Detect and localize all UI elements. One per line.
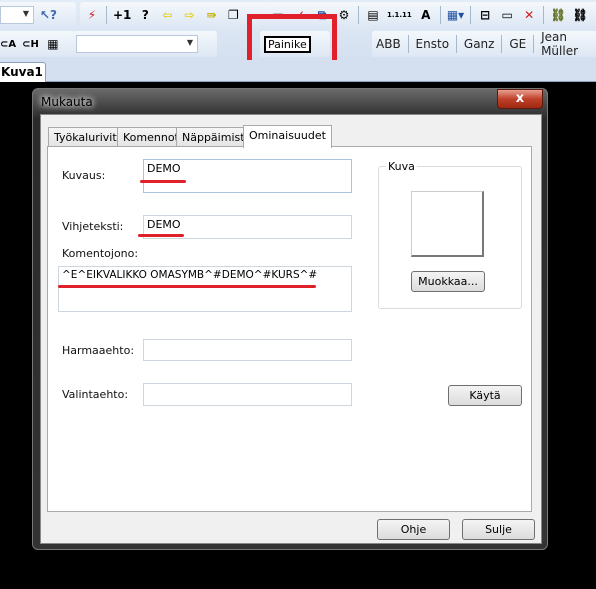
table-icon[interactable]: ▦▾ [447,8,464,22]
toolbar-combo: ▼ [72,31,217,57]
separator [358,6,359,24]
tab-komennot[interactable]: Komennot [117,127,185,147]
symbol-h-icon[interactable]: ⊂H [22,39,39,50]
vendor-ganz[interactable]: Ganz [464,37,495,51]
vendor-ensto[interactable]: Ensto [416,37,450,51]
dialog-client: Työkalurivit Komennot Näppäimistö Ominai… [40,114,542,544]
separator [106,6,107,24]
question-icon[interactable]: ? [137,8,153,22]
label-icon[interactable]: ▤ [365,8,381,22]
insert-icon[interactable]: ⊟ [477,8,493,22]
vendor-ge[interactable]: GE [509,37,526,51]
numbering-icon[interactable]: 1.1.11 [387,11,412,19]
toolbar-edit: ⚡ +1 ? ⇦ ⇨ ⇛ ❐ [80,2,270,28]
help-button[interactable]: Ohje [377,519,450,540]
harmaaehto-label: Harmaaehto: [62,344,135,357]
chevron-down-icon[interactable]: ▼ [23,9,29,18]
separator [456,35,457,53]
separator [543,6,545,24]
kuvaus-label: Kuvaus: [62,169,106,182]
document-tab-bar [0,60,596,82]
link-icon[interactable]: ⛓ [572,8,588,22]
separator [470,6,472,24]
folder-link-icon[interactable]: ⛓ [550,8,566,22]
tab-tyokalurivit[interactable]: Työkalurivit [48,127,123,147]
komentojono-label: Komentojono: [62,247,139,260]
arrow-right-icon[interactable]: ⇨ [181,8,197,22]
kuva-group-label: Kuva [386,160,417,173]
arrow-left-icon[interactable]: ⇦ [159,8,175,22]
separator [439,6,441,24]
edit-button[interactable]: Muokkaa... [411,271,485,292]
dropdown[interactable]: ▼ [76,35,198,53]
apply-button[interactable]: Käytä [448,385,522,406]
dialog-title: Mukauta [41,95,93,109]
vihjeteksti-label: Vihjeteksti: [62,220,124,233]
document-tab[interactable]: Kuva1 [0,62,46,82]
toolbar-vendors: ABB Ensto Ganz GE Jean Müller [372,30,596,58]
red-underline [140,180,186,183]
text-a-icon[interactable]: A [418,8,434,22]
lightning-icon[interactable]: ⚡ [84,8,100,22]
vendor-abb[interactable]: ABB [376,37,401,51]
tab-ominaisuudet[interactable]: Ominaisuudet [243,125,332,148]
image-preview [411,191,484,257]
separator [533,35,535,53]
separator [501,35,503,53]
kuvaus-input[interactable]: DEMO [143,159,352,193]
red-underline [58,285,316,288]
tag-icon[interactable]: ▭ [499,8,515,22]
windows-icon[interactable]: ❐ [225,8,241,22]
valintaehto-input[interactable] [143,383,352,406]
komentojono-input[interactable]: ^E^EIKVALIKKO OMASYMB^#DEMO^#KURS^# [58,266,352,312]
plus-one-icon[interactable]: +1 [113,8,131,22]
toolbar-left-1: ▼ ↖? [0,2,76,28]
pointer-help-icon[interactable]: ↖? [40,8,57,22]
symbol-a-icon[interactable]: ⊂A [0,39,16,50]
gear-icon[interactable]: ⚙ [336,8,352,22]
customize-dialog: Mukauta x Työkalurivit Komennot Näppäimi… [32,88,548,550]
arrow-skip-icon[interactable]: ⇛ [203,8,219,22]
grid-icon[interactable]: ▦ [45,37,61,51]
separator [407,35,409,53]
close-button[interactable]: Sulje [462,519,535,540]
close-icon[interactable]: x [497,89,543,109]
valintaehto-label: Valintaehto: [62,388,129,401]
toolbar-left-2: ⊂A ⊂H ▦ [0,31,74,57]
properties-panel: Kuvaus: DEMO Vihjeteksti: DEMO Komentojo… [47,146,532,512]
combo-box[interactable]: ▼ [0,6,34,24]
harmaaehto-input[interactable] [143,339,352,361]
red-underline [138,234,184,237]
vendor-jean-muller[interactable]: Jean Müller [541,30,596,58]
delete-icon[interactable]: ✕ [521,8,537,22]
chevron-down-icon[interactable]: ▼ [187,38,193,47]
